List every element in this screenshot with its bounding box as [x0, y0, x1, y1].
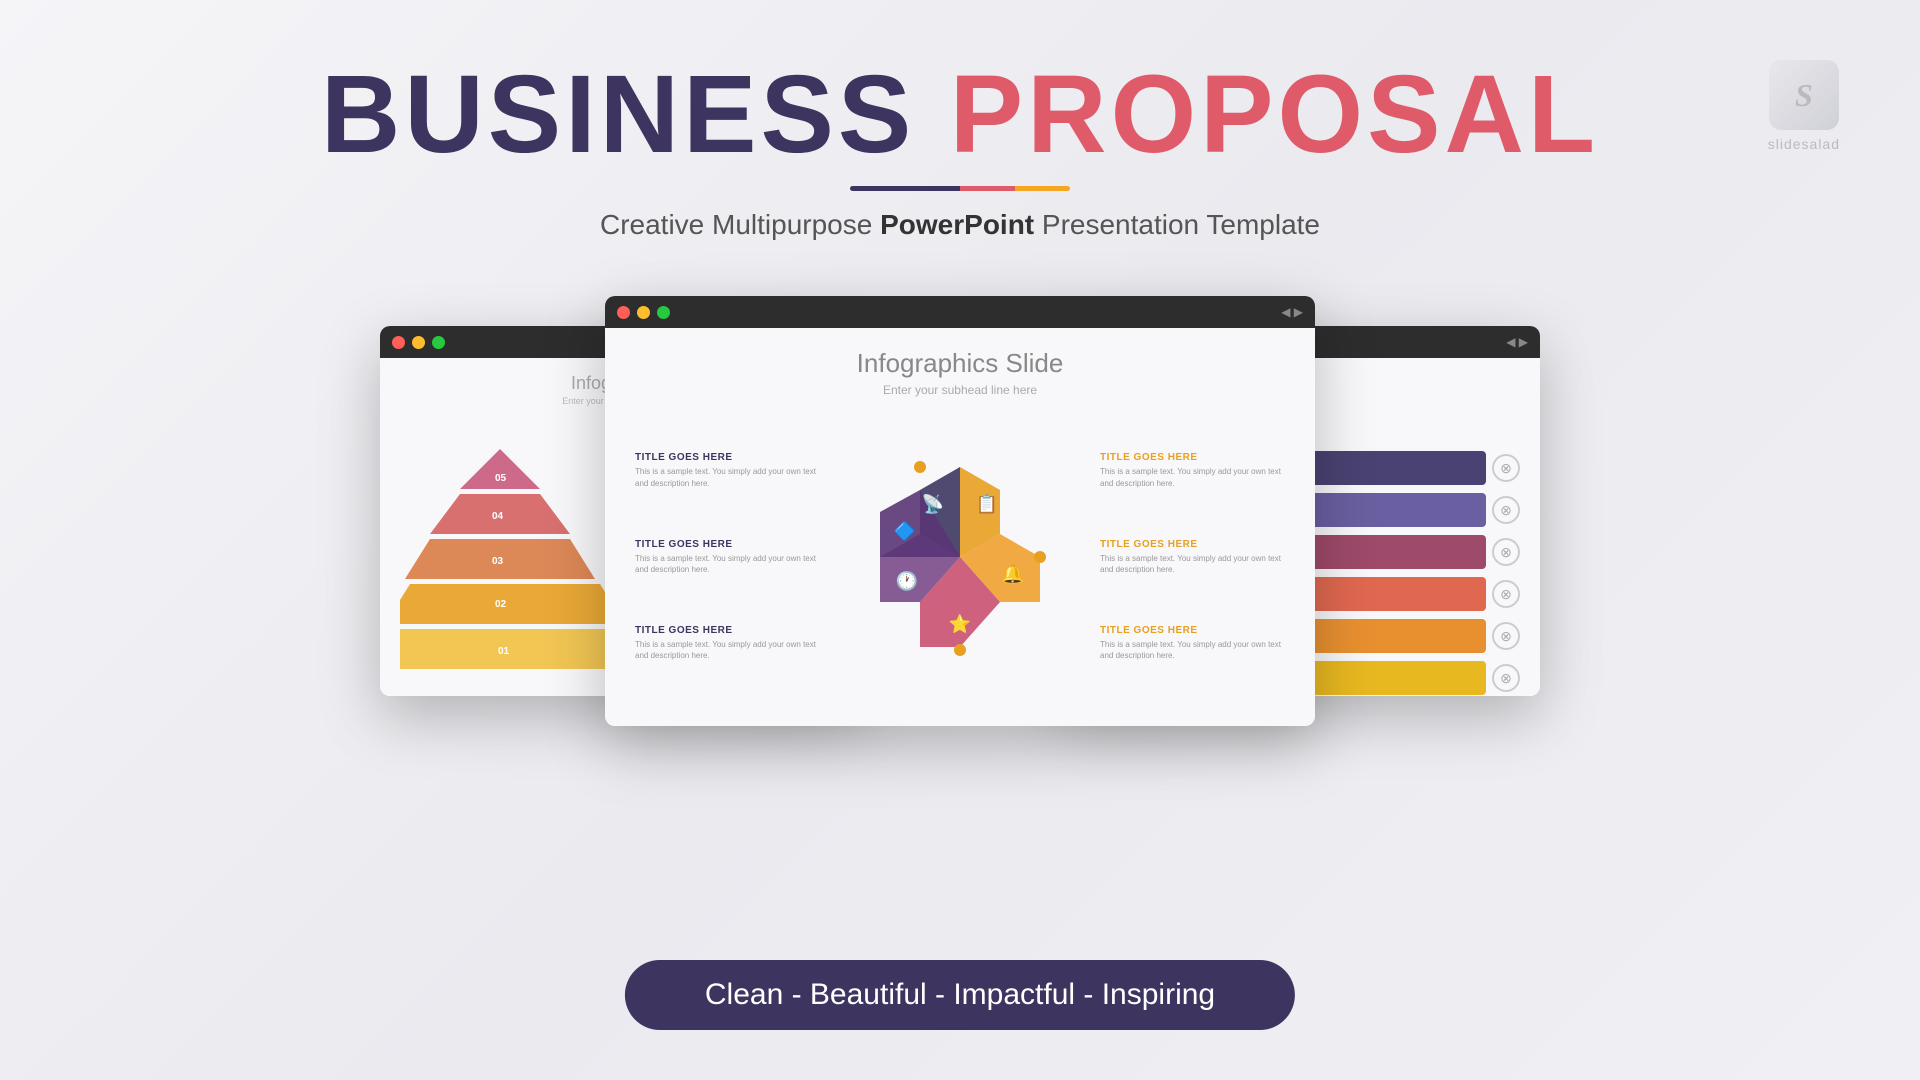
point-x-3[interactable]: ⊗ [1492, 538, 1520, 566]
svg-text:05: 05 [495, 473, 507, 484]
divider-segment-2 [960, 186, 1015, 191]
hex-right-desc-3: This is a sample text. You simply add yo… [1100, 639, 1285, 661]
point-x-1[interactable]: ⊗ [1492, 454, 1520, 482]
hex-infographic-area: TITLE GOES HERE This is a sample text. Y… [635, 413, 1285, 701]
hex-right-desc-2: This is a sample text. You simply add yo… [1100, 553, 1285, 575]
hex-left-desc-3: This is a sample text. You simply add yo… [635, 639, 820, 661]
logo-name: slidesalad [1768, 136, 1840, 152]
svg-text:02: 02 [495, 599, 507, 610]
center-slide-title: Infographics Slide [635, 348, 1285, 379]
hex-left-block-2: TITLE GOES HERE This is a sample text. Y… [635, 539, 820, 575]
hex-right-title-3: TITLE GOES HERE [1100, 625, 1285, 636]
right-slide-nav[interactable]: ◀ ▶ [1506, 335, 1528, 349]
svg-text:04: 04 [492, 511, 504, 522]
pyramid-chart: 05 04 03 02 01 [400, 429, 620, 669]
svg-text:📡: 📡 [922, 492, 944, 514]
svg-text:🔷: 🔷 [894, 520, 916, 541]
hex-right-block-3: TITLE GOES HERE This is a sample text. Y… [1100, 625, 1285, 661]
center-slide-window: ◀ ▶ Infographics Slide Enter your subhea… [605, 296, 1315, 726]
hex-left-desc-1: This is a sample text. You simply add yo… [635, 466, 820, 488]
center-titlebar: ◀ ▶ [605, 296, 1315, 328]
svg-text:01: 01 [498, 646, 510, 657]
page-header: BUSINESS PROPOSAL Creative Multipurpose … [0, 0, 1920, 241]
hex-left-block-3: TITLE GOES HERE This is a sample text. Y… [635, 625, 820, 661]
bottom-banner: Clean - Beautiful - Impactful - Inspirin… [625, 960, 1295, 1030]
slidesalad-logo: S slidesalad [1768, 60, 1840, 152]
hex-left-block-1: TITLE GOES HERE This is a sample text. Y… [635, 452, 820, 488]
hexagon-container: 📡 📋 🔔 ⭐ 🕐 🔷 [820, 432, 1100, 682]
hex-right-desc-1: This is a sample text. You simply add yo… [1100, 466, 1285, 488]
bottom-banner-text: Clean - Beautiful - Impactful - Inspirin… [705, 978, 1215, 1012]
hex-left-title-1: TITLE GOES HERE [635, 452, 820, 463]
hex-left-title-3: TITLE GOES HERE [635, 625, 820, 636]
hex-left-desc-2: This is a sample text. You simply add yo… [635, 553, 820, 575]
minimize-btn-center[interactable] [637, 306, 650, 319]
hex-right-text-area: TITLE GOES HERE This is a sample text. Y… [1100, 452, 1285, 661]
hexagon-svg: 📡 📋 🔔 ⭐ 🕐 🔷 [845, 432, 1075, 682]
slide-navigation[interactable]: ◀ ▶ [1281, 305, 1303, 319]
point-x-2[interactable]: ⊗ [1492, 496, 1520, 524]
point-x-5[interactable]: ⊗ [1492, 622, 1520, 650]
close-btn-left[interactable] [392, 336, 405, 349]
slides-container: Infographics Enter your subhead line her… [0, 281, 1920, 741]
svg-text:⭐: ⭐ [949, 613, 971, 634]
logo-icon: S [1769, 60, 1839, 130]
divider-segment-3 [1015, 186, 1070, 191]
minimize-btn-left[interactable] [412, 336, 425, 349]
svg-text:03: 03 [492, 556, 504, 567]
maximize-btn-left[interactable] [432, 336, 445, 349]
close-btn-center[interactable] [617, 306, 630, 319]
title-divider [850, 186, 1070, 191]
hex-right-title-2: TITLE GOES HERE [1100, 539, 1285, 550]
title-business: BUSINESS [321, 53, 915, 176]
hex-right-block-2: TITLE GOES HERE This is a sample text. Y… [1100, 539, 1285, 575]
maximize-btn-center[interactable] [657, 306, 670, 319]
point-x-4[interactable]: ⊗ [1492, 580, 1520, 608]
title-proposal: PROPOSAL [950, 53, 1599, 176]
svg-text:🔔: 🔔 [1002, 564, 1024, 584]
hex-right-block-1: TITLE GOES HERE This is a sample text. Y… [1100, 452, 1285, 488]
point-x-6[interactable]: ⊗ [1492, 664, 1520, 692]
divider-segment-1 [850, 186, 960, 191]
center-slide-subtitle: Enter your subhead line here [635, 383, 1285, 397]
hex-left-text-area: TITLE GOES HERE This is a sample text. Y… [635, 452, 820, 661]
hex-left-title-2: TITLE GOES HERE [635, 539, 820, 550]
page-title: BUSINESS PROPOSAL [0, 60, 1920, 170]
hex-right-title-1: TITLE GOES HERE [1100, 452, 1285, 463]
page-subtitle: Creative Multipurpose PowerPoint Present… [0, 209, 1920, 241]
svg-text:📋: 📋 [976, 493, 998, 514]
svg-text:🕐: 🕐 [896, 570, 918, 591]
center-slide-content: Infographics Slide Enter your subhead li… [605, 328, 1315, 726]
